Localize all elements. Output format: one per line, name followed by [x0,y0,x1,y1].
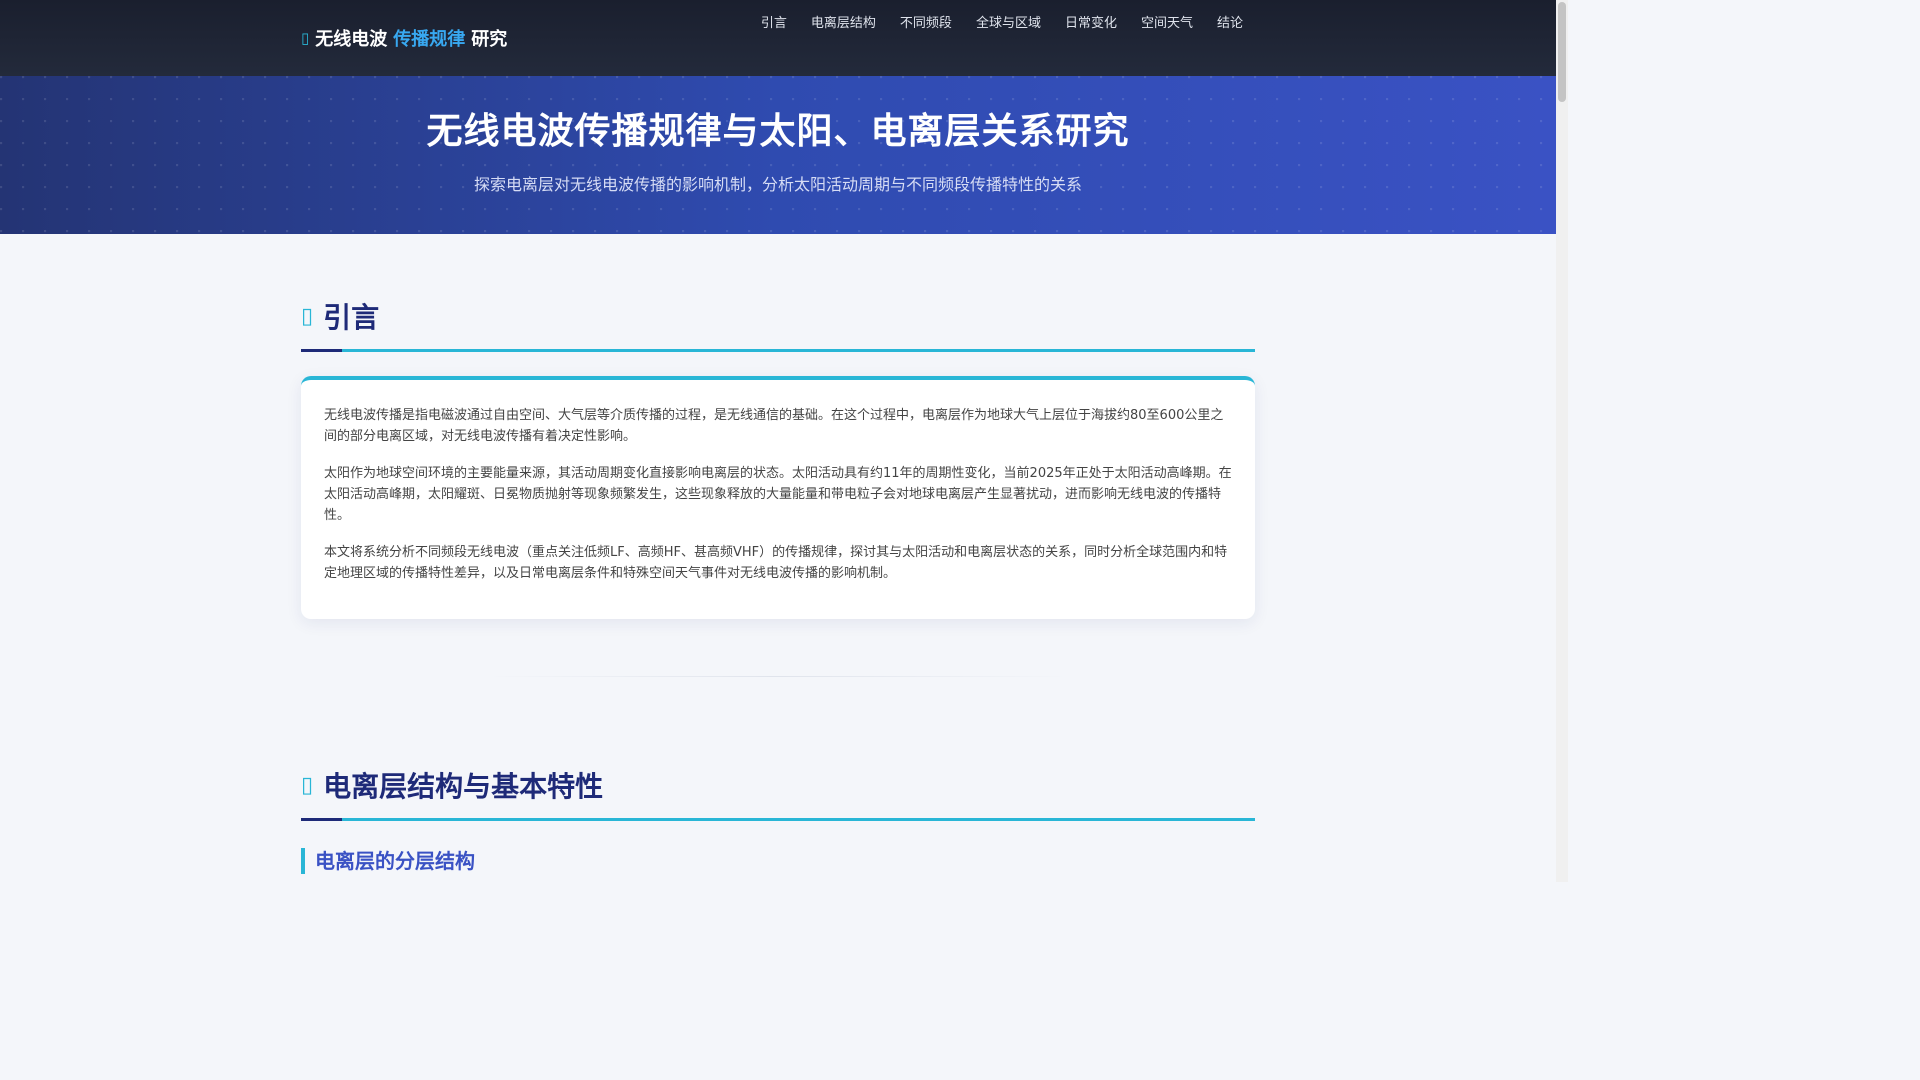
ionosphere-subheading: 电离层的分层结构 [301,848,475,874]
nav-link-conclusion[interactable]: 结论 [1217,12,1243,31]
nav-link-daily[interactable]: 日常变化 [1065,12,1117,31]
brand-part3: 研究 [471,29,508,50]
intro-card: 无线电波传播是指电磁波通过自由空间、大气层等介质传播的过程，是无线通信的基础。在… [301,376,1255,619]
page-title: 无线电波传播规律与太阳、电离层关系研究 [426,111,1130,152]
intro-paragraph-1: 无线电波传播是指电磁波通过自由空间、大气层等介质传播的过程，是无线通信的基础。在… [324,408,1224,444]
broadcast-icon: ▯ [301,303,314,329]
hero-banner: 无线电波传播规律与太阳、电离层关系研究 探索电离层对无线电波传播的影响机制，分析… [0,76,1556,234]
nav-link-intro[interactable]: 引言 [761,12,787,31]
nav-link-bands[interactable]: 不同频段 [900,12,952,31]
antenna-icon: ▯ [301,29,310,47]
section-heading-ionosphere: ▯ 电离层结构与基本特性 [301,765,1255,805]
top-navbar: ▯ 无线电波 传播规律 研究 引言 电离层结构 不同频段 全球与区域 日常变化 … [0,0,1556,76]
intro-paragraph-2: 太阳作为地球空间环境的主要能量来源，其活动周期变化直接影响电离层的状态。太阳活动… [324,466,1232,523]
section-rule-ionosphere [301,818,1255,821]
page-subtitle: 探索电离层对无线电波传播的影响机制，分析太阳活动周期与不同频段传播特性的关系 [473,175,1082,194]
nav-links: 引言 电离层结构 不同频段 全球与区域 日常变化 空间天气 结论 [761,12,1243,31]
section-divider [485,676,1070,677]
section-rule-accent [301,818,342,821]
brand-part2: 传播规律 [393,29,466,50]
nav-link-space-weather[interactable]: 空间天气 [1141,12,1193,31]
site-brand[interactable]: ▯ 无线电波 传播规律 研究 [301,26,507,50]
section-heading-intro: ▯ 引言 [301,296,1255,336]
page-scrollbar[interactable] [1556,0,1568,882]
section-rule-intro [301,349,1255,352]
nav-link-global[interactable]: 全球与区域 [976,12,1041,31]
ionosphere-heading: 电离层结构与基本特性 [323,770,604,803]
intro-paragraph-3: 本文将系统分析不同频段无线电波（重点关注低频LF、高频HF、甚高频VHF）的传播… [324,545,1228,581]
section-rule-accent [301,349,342,352]
nav-link-ionosphere[interactable]: 电离层结构 [811,12,876,31]
brand-part1: 无线电波 [315,29,388,50]
layers-icon: ▯ [301,772,314,798]
scrollbar-thumb[interactable] [1558,2,1566,102]
intro-heading: 引言 [323,301,380,334]
